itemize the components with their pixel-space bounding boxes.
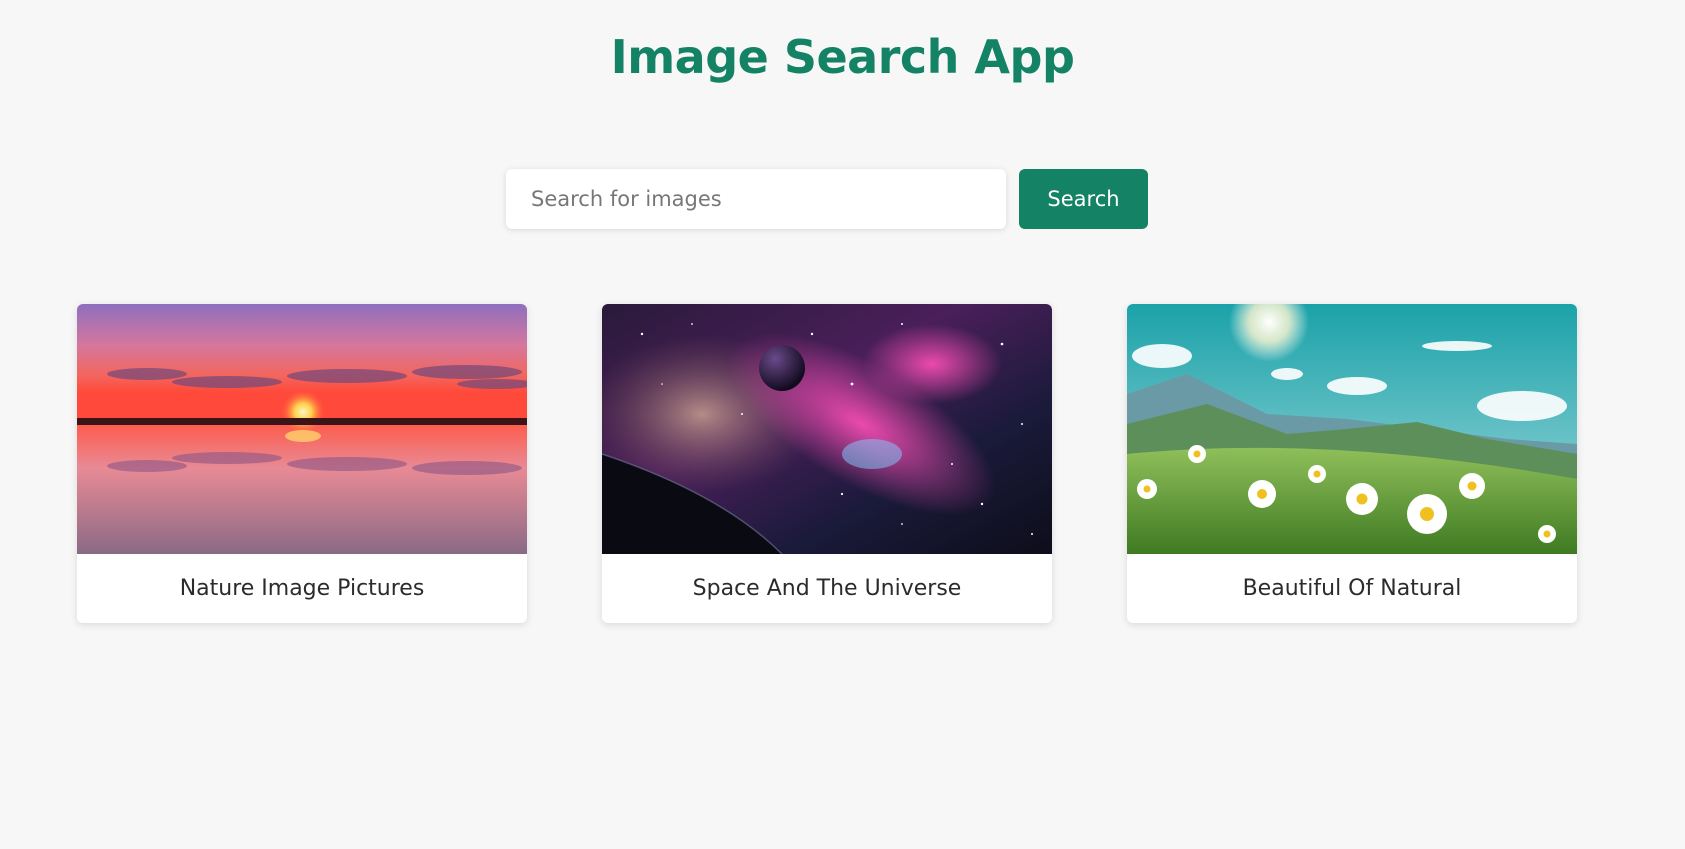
result-card[interactable]: Nature Image Pictures [77,304,527,623]
search-form: Search [506,169,1148,229]
result-title: Nature Image Pictures [179,576,425,601]
result-image[interactable] [77,304,527,554]
result-card[interactable]: Beautiful Of Natural [1127,304,1577,623]
result-image[interactable] [1127,304,1577,554]
search-input[interactable] [506,169,1006,229]
result-title: Beautiful Of Natural [1242,576,1462,601]
result-image[interactable] [602,304,1052,554]
page-title: Image Search App [610,30,1075,84]
result-title: Space And The Universe [692,576,962,601]
search-button[interactable]: Search [1019,169,1148,229]
result-card[interactable]: Space And The Universe [602,304,1052,623]
